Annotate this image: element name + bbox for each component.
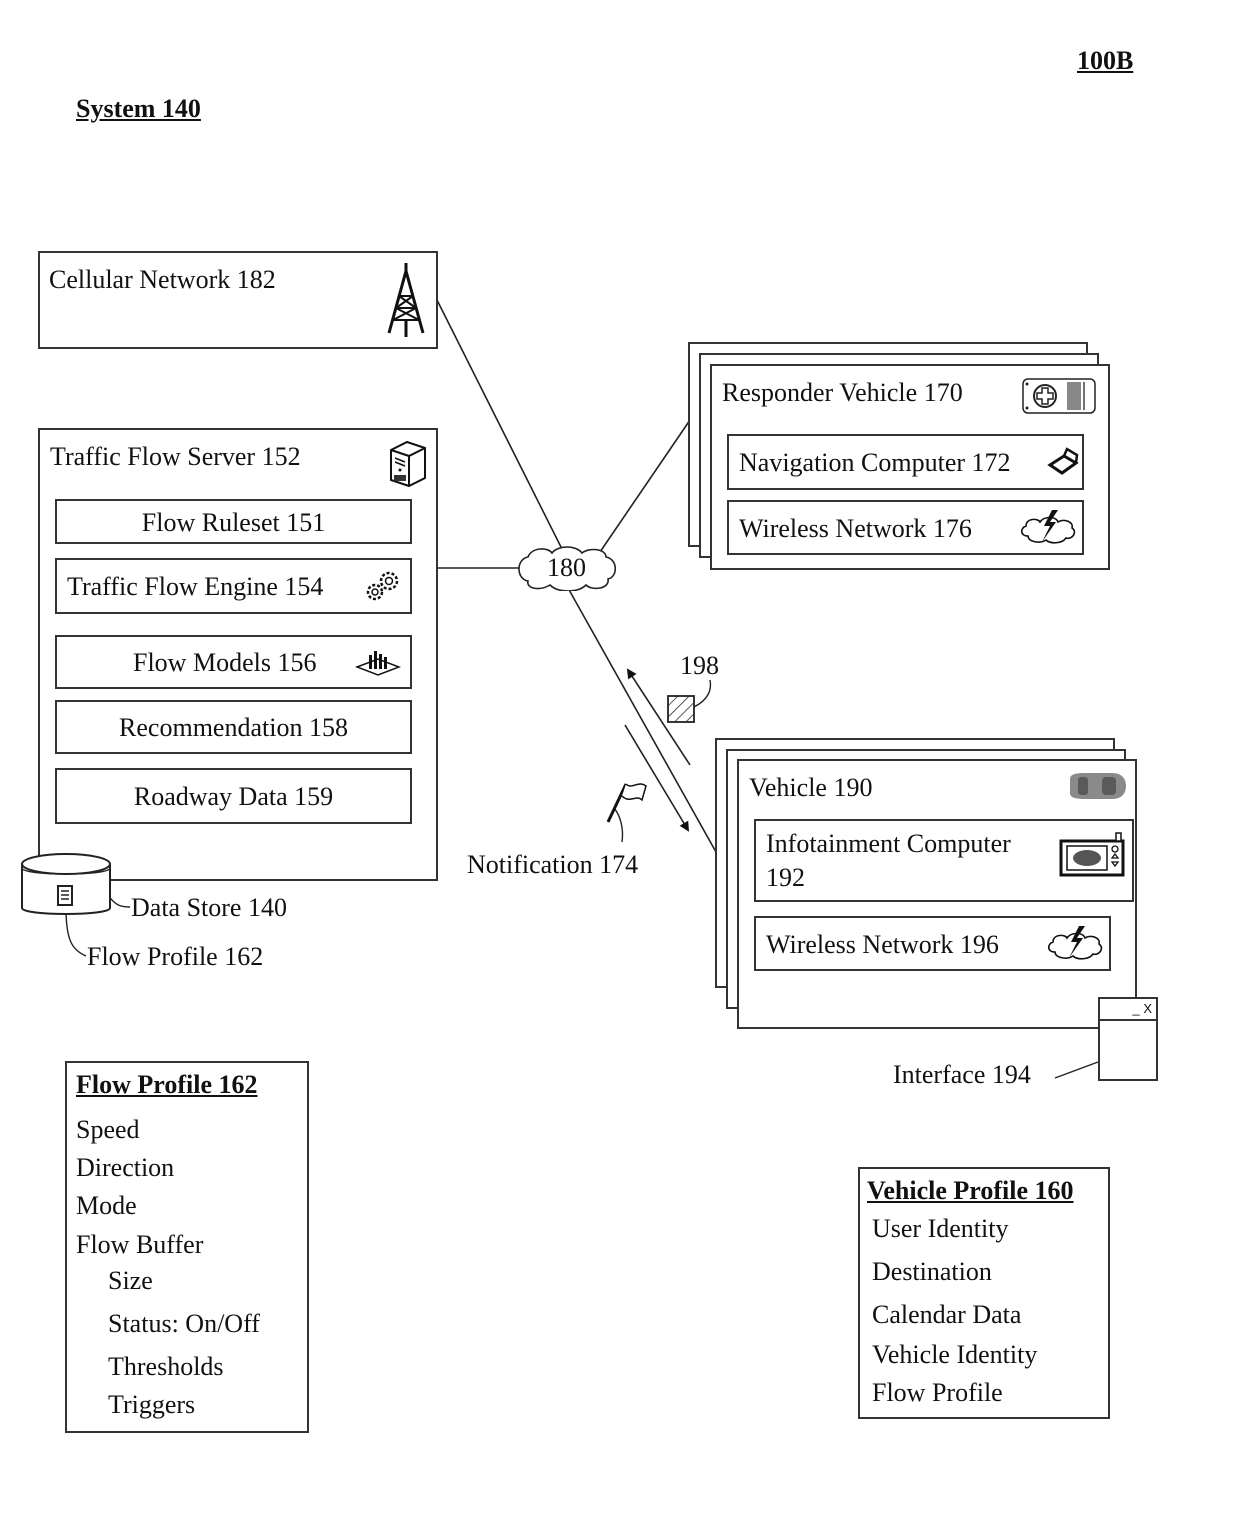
ambulance-icon — [1022, 378, 1096, 414]
link-cellular-to-network — [436, 299, 566, 556]
vehicle-box: Vehicle 190 Infotainment Computer 192 Wi… — [737, 759, 1137, 1029]
link-network-to-responder — [599, 419, 691, 553]
module-traffic-flow-engine: Traffic Flow Engine 154 — [55, 558, 412, 614]
traffic-flow-server-label: Traffic Flow Server 152 — [50, 442, 301, 471]
cellular-network-box: Cellular Network 182 — [38, 251, 438, 349]
vehicle-profile-item: Flow Profile — [872, 1378, 1003, 1407]
data-store-icon — [21, 853, 111, 915]
flow-profile-subitem: Thresholds — [108, 1352, 224, 1381]
module-label-line1: Infotainment Computer — [766, 829, 1011, 858]
server-icon — [390, 440, 426, 488]
module-label-line2: 192 — [766, 863, 805, 892]
message-198-label: 198 — [680, 651, 719, 680]
vehicle-profile-item: Calendar Data — [872, 1300, 1022, 1329]
module-label: Wireless Network 196 — [766, 930, 999, 959]
module-infotainment-computer: Infotainment Computer 192 — [754, 819, 1134, 902]
flow-profile-subitem: Size — [108, 1266, 153, 1295]
module-label: Flow Models 156 — [133, 648, 317, 677]
module-navigation-computer: Navigation Computer 172 — [727, 434, 1084, 490]
flow-profile-item: Mode — [76, 1191, 137, 1220]
vehicle-profile-item: Vehicle Identity — [872, 1340, 1038, 1369]
system-title: System 140 — [76, 94, 201, 123]
car-icon — [1070, 773, 1126, 799]
leader-198 — [693, 679, 712, 708]
vehicle-profile-title: Vehicle Profile 160 — [867, 1176, 1074, 1205]
figure-label: 100B — [1077, 46, 1134, 75]
interface-window[interactable]: _ X — [1098, 997, 1158, 1081]
cell-tower-icon — [387, 263, 425, 337]
module-wireless-network-196: Wireless Network 196 — [754, 916, 1111, 971]
module-label: Traffic Flow Engine 154 — [67, 572, 324, 601]
network-label: 180 — [547, 553, 586, 582]
interface-window-controls[interactable]: _ X — [1132, 1001, 1152, 1016]
module-label: Flow Ruleset 151 — [141, 508, 326, 537]
interface-titlebar: _ X — [1100, 999, 1156, 1021]
vehicle-profile-item: User Identity — [872, 1214, 1009, 1243]
responder-vehicle-label: Responder Vehicle 170 — [722, 378, 963, 407]
data-message-icon — [667, 695, 695, 723]
gears-icon — [366, 571, 399, 601]
vehicle-profile-box: Vehicle Profile 160 User Identity Destin… — [858, 1167, 1110, 1419]
interface-label: Interface 194 — [893, 1060, 1031, 1089]
responder-vehicle-box: Responder Vehicle 170 Navigation Compute… — [710, 364, 1110, 570]
wireless-cloud-icon — [1020, 510, 1076, 544]
module-roadway-data: Roadway Data 159 — [55, 768, 412, 824]
traffic-flow-server-box: Traffic Flow Server 152 Flow Ruleset 151… — [38, 428, 438, 881]
vehicle-profile-item: Destination — [872, 1257, 992, 1286]
module-flow-models: Flow Models 156 — [55, 635, 412, 689]
module-label: Roadway Data 159 — [133, 782, 334, 811]
wireless-cloud-icon — [1047, 926, 1103, 960]
flow-profile-subitem: Triggers — [108, 1390, 196, 1419]
module-label: Navigation Computer 172 — [739, 448, 1011, 477]
flow-profile-item: Direction — [76, 1153, 175, 1182]
flow-profile-subitem: Status: On/Off — [108, 1309, 260, 1338]
module-flow-ruleset: Flow Ruleset 151 — [55, 499, 412, 544]
flow-profile-item: Flow Buffer — [76, 1230, 204, 1259]
flow-profile-store-label: Flow Profile 162 — [87, 942, 264, 971]
flow-profile-box: Flow Profile 162 Speed Direction Mode Fl… — [65, 1061, 309, 1433]
infotainment-icon — [1059, 832, 1125, 877]
data-store-label: Data Store 140 — [131, 893, 287, 922]
flow-profile-title: Flow Profile 162 — [76, 1070, 258, 1099]
cellular-network-label: Cellular Network 182 — [49, 265, 276, 294]
vehicle-label: Vehicle 190 — [749, 773, 873, 802]
3d-chart-icon — [355, 651, 401, 676]
leader-interface — [1054, 1061, 1099, 1079]
module-recommendation: Recommendation 158 — [55, 700, 412, 754]
module-label: Wireless Network 176 — [739, 514, 972, 543]
laptop-icon — [1047, 447, 1079, 475]
flow-profile-item: Speed — [76, 1115, 140, 1144]
module-label: Recommendation 158 — [119, 713, 348, 742]
module-wireless-network-176: Wireless Network 176 — [727, 500, 1084, 555]
flag-icon — [606, 783, 647, 823]
notification-label: Notification 174 — [467, 850, 639, 879]
